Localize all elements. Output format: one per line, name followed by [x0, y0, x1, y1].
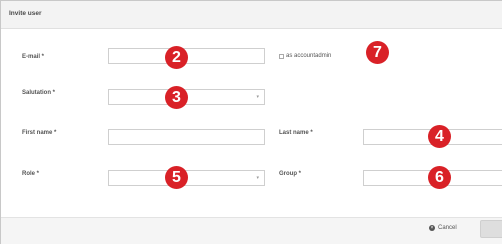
- email-label: E-mail *: [22, 54, 45, 60]
- admin-checkbox[interactable]: [279, 54, 284, 59]
- cancel-button[interactable]: × Cancel: [429, 225, 457, 231]
- cancel-label: Cancel: [438, 225, 457, 231]
- salutation-label: Salutation *: [22, 90, 56, 96]
- chevron-down-icon: ▾: [256, 94, 259, 100]
- badge-email: 2: [165, 46, 188, 69]
- badge-last-name: 4: [428, 125, 451, 148]
- badge-salutation: 3: [165, 86, 188, 109]
- last-name-label: Last name *: [279, 130, 313, 136]
- chevron-down-icon: ▾: [256, 175, 259, 181]
- role-label: Role *: [22, 171, 40, 177]
- group-label: Group *: [279, 171, 301, 177]
- dialog-footer: [1, 217, 502, 244]
- badge-admin: 7: [366, 41, 389, 64]
- first-name-label: First name *: [22, 130, 57, 136]
- first-name-input[interactable]: [108, 129, 265, 145]
- badge-group: 6: [428, 166, 451, 189]
- invite-button[interactable]: [480, 220, 502, 238]
- close-icon: ×: [429, 225, 435, 231]
- invite-user-dialog: Invite user E-mail * 2 as accountadmin 7…: [0, 0, 502, 244]
- dialog-title: Invite user: [9, 10, 42, 17]
- dialog-header: Invite user: [1, 1, 502, 29]
- admin-checkbox-label: as accountadmin: [286, 53, 332, 59]
- badge-role: 5: [165, 166, 188, 189]
